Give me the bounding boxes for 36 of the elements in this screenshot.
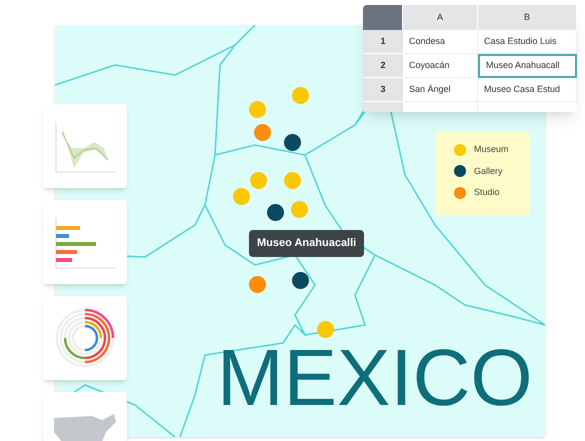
map-marker[interactable] <box>233 188 250 205</box>
row-header[interactable]: 3 <box>363 78 403 102</box>
map-marker[interactable] <box>267 204 284 221</box>
map-marker[interactable] <box>249 101 266 118</box>
chart-thumbnail-card[interactable] <box>43 104 127 188</box>
tooltip: Museo Anahuacalli <box>249 230 364 256</box>
map-marker[interactable] <box>284 134 301 151</box>
map-marker[interactable] <box>284 172 301 189</box>
row-header[interactable] <box>363 102 403 112</box>
table-cell[interactable]: Condesa <box>403 30 478 54</box>
table-cell[interactable]: Coyoacán <box>403 54 478 78</box>
chart-thumbnail-card[interactable] <box>43 392 127 441</box>
map-marker[interactable] <box>292 87 309 104</box>
table-cell[interactable]: Museo Anahuacall <box>478 54 577 78</box>
corner-cell <box>363 5 403 30</box>
us-map-icon <box>52 412 118 441</box>
map-marker[interactable] <box>254 124 271 141</box>
column-header[interactable]: B <box>478 5 577 30</box>
legend-label: Gallery <box>474 164 503 178</box>
chart-thumbnail-card[interactable] <box>43 200 127 284</box>
map-marker[interactable] <box>317 321 334 338</box>
row-header[interactable]: 1 <box>363 30 403 54</box>
legend-label: Studio <box>474 186 500 199</box>
map-marker[interactable] <box>292 272 309 289</box>
column-header[interactable]: A <box>403 5 478 30</box>
chart-thumbnail-card[interactable] <box>43 296 127 380</box>
map-marker[interactable] <box>291 201 308 218</box>
legend-label: Museum <box>474 143 509 156</box>
table-cell[interactable]: Casa Estudio Luis <box>478 30 577 54</box>
map-title: MEXICO <box>217 338 533 418</box>
table-cell[interactable]: San Ángel <box>403 78 478 102</box>
map-marker[interactable] <box>250 172 267 189</box>
row-header[interactable]: 2 <box>363 54 403 78</box>
map-marker[interactable] <box>249 276 266 293</box>
table-cell[interactable]: Museo Casa Estud <box>478 78 577 102</box>
radial-chart-icon <box>55 308 115 368</box>
